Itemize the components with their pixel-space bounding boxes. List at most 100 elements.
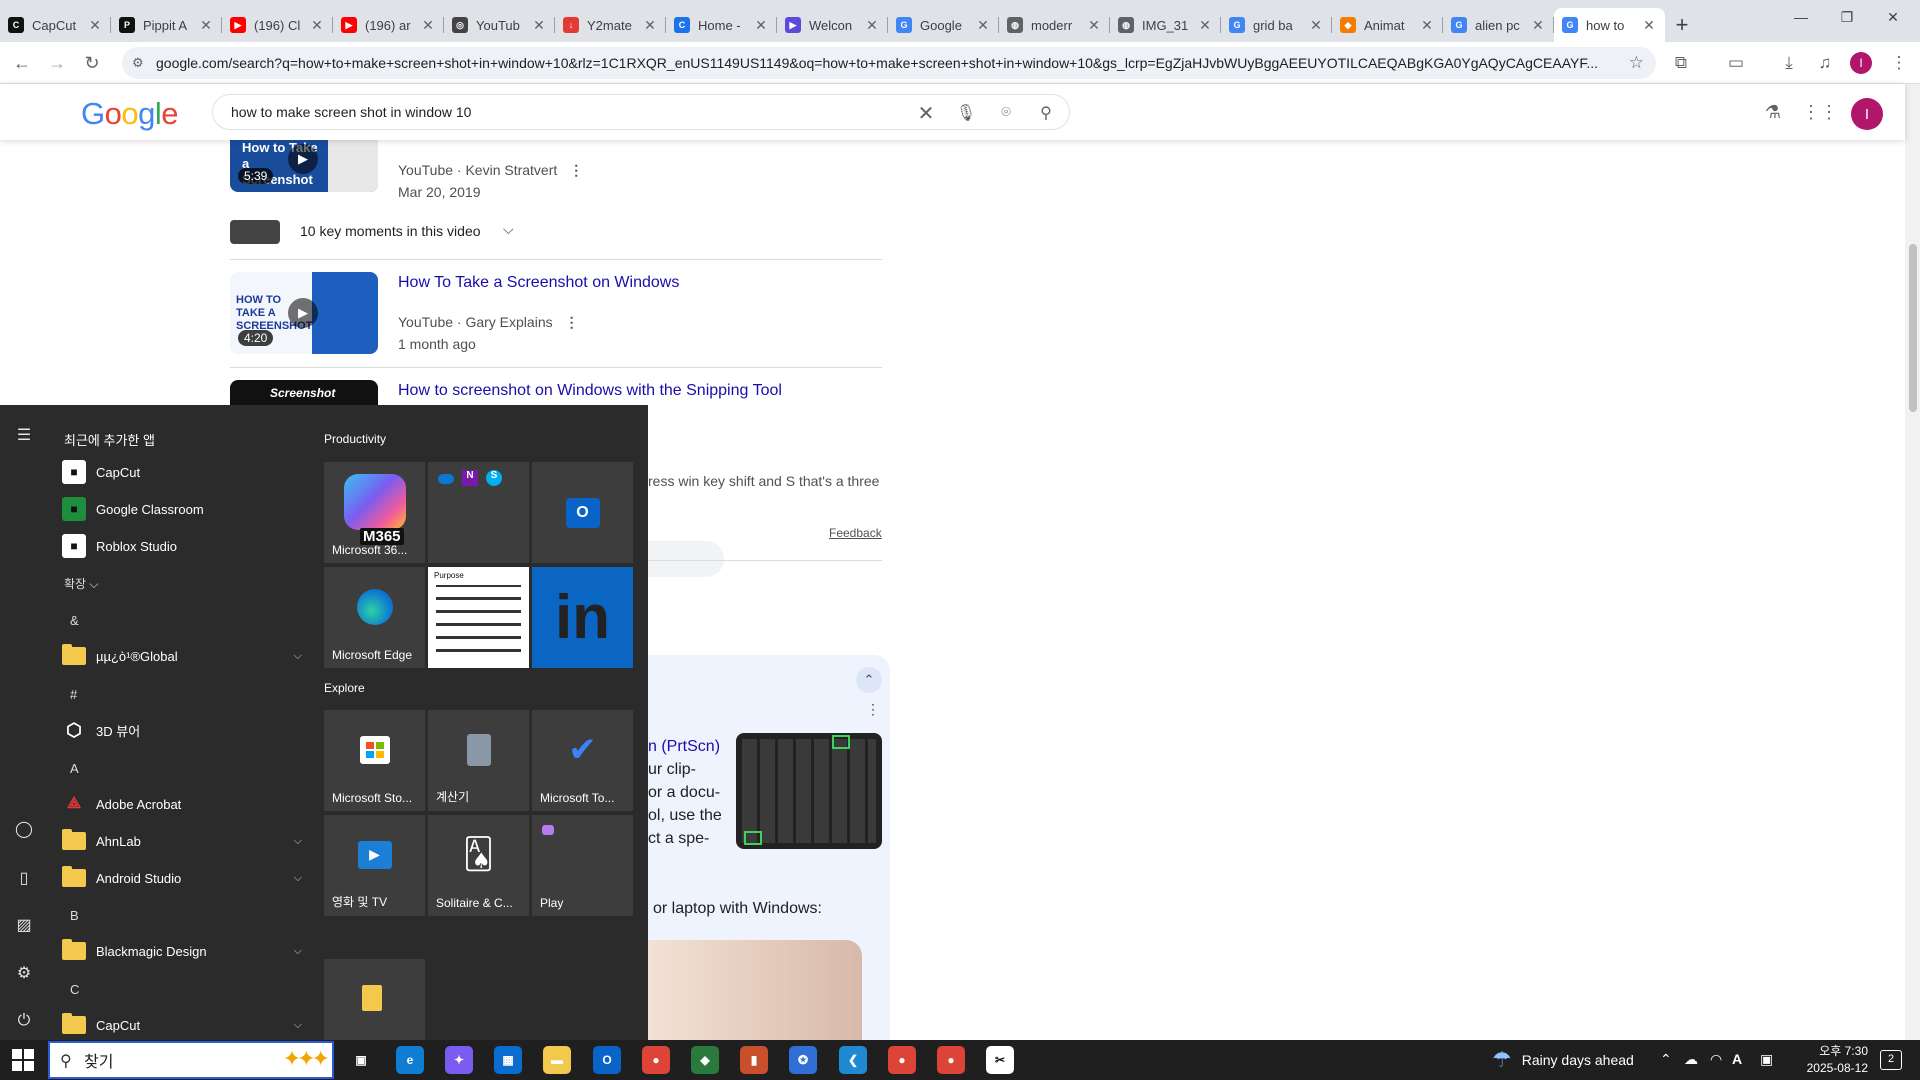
feedback-link[interactable]: Feedback: [829, 526, 882, 540]
new-tab-button[interactable]: +: [1665, 8, 1699, 42]
close-icon[interactable]: ✕: [975, 17, 991, 34]
apps-grid-icon[interactable]: ⋮⋮: [1802, 100, 1838, 124]
browser-tab[interactable]: ↓ Y2mate ✕: [555, 8, 666, 42]
search-box[interactable]: how to make screen shot in window 10 ✕ 🎙…: [212, 94, 1070, 130]
chevron-up-icon[interactable]: ⌃: [1660, 1051, 1672, 1068]
browser-tab[interactable]: C Home - ✕: [666, 8, 777, 42]
capcut-taskbar-icon[interactable]: ✂: [986, 1046, 1014, 1074]
forward-icon[interactable]: →: [45, 51, 69, 75]
tile-solitaire[interactable]: 🂡 Solitaire & C...: [428, 815, 529, 916]
vscode-icon[interactable]: ❮: [839, 1046, 867, 1074]
browser-tab[interactable]: C CapCut ✕: [0, 8, 111, 42]
wifi-icon[interactable]: ◠: [1710, 1051, 1722, 1068]
group-productivity[interactable]: Productivity: [324, 432, 386, 446]
extensions-icon[interactable]: ⧉: [1668, 51, 1694, 75]
close-icon[interactable]: ✕: [1530, 17, 1546, 34]
browser-tab[interactable]: Ggrid ba ✕: [1221, 8, 1332, 42]
taskbar-search[interactable]: ⚲ 찾기 ✦✦✦: [48, 1041, 334, 1079]
close-icon[interactable]: ✕: [1308, 17, 1324, 34]
chrome-icon[interactable]: ●: [642, 1046, 670, 1074]
answer-line[interactable]: n (PrtScn): [648, 735, 722, 758]
key-moments-link[interactable]: 10 key moments in this video: [300, 223, 481, 239]
back-icon[interactable]: ←: [10, 51, 34, 75]
tile-play[interactable]: Play: [532, 815, 633, 916]
close-window-icon[interactable]: ✕: [1870, 0, 1916, 34]
edge-icon[interactable]: e: [396, 1046, 424, 1074]
user-icon[interactable]: ◯: [12, 817, 36, 841]
tile-calculator[interactable]: 계산기: [428, 710, 529, 811]
documents-icon[interactable]: ▯: [12, 866, 36, 890]
browser-tab[interactable]: ▶ Welcon ✕: [777, 8, 888, 42]
browser-tab[interactable]: ▶ (196) ar ✕: [333, 8, 444, 42]
close-icon[interactable]: ✕: [531, 17, 547, 34]
close-icon[interactable]: ✕: [1419, 17, 1435, 34]
letter-header[interactable]: #: [70, 687, 77, 702]
copilot-icon[interactable]: ✦: [445, 1046, 473, 1074]
file-explorer-icon[interactable]: ▬: [543, 1046, 571, 1074]
store-icon[interactable]: ▦: [494, 1046, 522, 1074]
address-bar[interactable]: ⚙ google.com/search?q=how+to+make+screen…: [122, 47, 1656, 79]
git-icon[interactable]: ◆: [691, 1046, 719, 1074]
windows-start-icon[interactable]: [12, 1049, 34, 1071]
app-item-ahnlab[interactable]: AhnLab ⌵: [62, 826, 302, 856]
cloud-icon[interactable]: ☁: [1684, 1051, 1698, 1068]
app-icon[interactable]: ✪: [789, 1046, 817, 1074]
app-item-capcut[interactable]: CapCut ⌵: [62, 1010, 302, 1040]
restore-icon[interactable]: ❐: [1824, 0, 1870, 34]
close-icon[interactable]: ✕: [1197, 17, 1213, 34]
chevron-down-icon[interactable]: ⌵: [503, 221, 514, 238]
browser-tab[interactable]: ◎ YouTub ✕: [444, 8, 555, 42]
page-scrollbar[interactable]: [1905, 84, 1920, 1040]
chrome-profile2-icon[interactable]: ●: [937, 1046, 965, 1074]
volume-icon[interactable]: ▣: [1760, 1051, 1773, 1068]
app-item-adobe-acrobat[interactable]: ⟁ Adobe Acrobat: [62, 789, 302, 819]
browser-tab[interactable]: Ghow to ✕: [1554, 8, 1665, 42]
chip[interactable]: [648, 541, 724, 577]
tile-store[interactable]: Microsoft Sto...: [324, 710, 425, 811]
browser-tab[interactable]: Galien pc ✕: [1443, 8, 1554, 42]
app-item-global[interactable]: µµ¿ò¹®Global ⌵: [62, 641, 302, 671]
scroll-thumb[interactable]: [1909, 244, 1917, 412]
clock[interactable]: 오후 7:30 2025-08-12: [1780, 1043, 1868, 1077]
profile-button[interactable]: I: [1848, 51, 1874, 75]
video-title[interactable]: How To Take a Screenshot on Windows: [398, 274, 679, 292]
group-explore[interactable]: Explore: [324, 681, 365, 695]
bookmark-star-icon[interactable]: ☆: [1629, 53, 1644, 73]
close-icon[interactable]: ✕: [642, 17, 658, 34]
close-icon[interactable]: ✕: [864, 17, 880, 34]
minimize-icon[interactable]: —: [1778, 0, 1824, 34]
close-icon[interactable]: ✕: [420, 17, 436, 34]
menu-kebab-icon[interactable]: ⋮: [1886, 51, 1912, 75]
search-icon[interactable]: ⚲: [1034, 101, 1058, 125]
browser-tab[interactable]: P Pippit A ✕: [111, 8, 222, 42]
close-icon[interactable]: ✕: [87, 17, 103, 34]
expand-button[interactable]: 확장 ⌵: [64, 575, 99, 592]
letter-header[interactable]: A: [70, 761, 79, 776]
tile-todo[interactable]: ✔ Microsoft To...: [532, 710, 633, 811]
answer-image[interactable]: [648, 940, 862, 1040]
letter-header[interactable]: B: [70, 908, 79, 923]
tile-m365[interactable]: M365 Microsoft 36...: [324, 462, 425, 563]
more-options-icon[interactable]: ⋮: [866, 701, 880, 718]
notification-center-icon[interactable]: 2: [1880, 1050, 1902, 1070]
media-icon[interactable]: ♫: [1812, 51, 1838, 75]
browser-tab[interactable]: G Google ✕: [888, 8, 999, 42]
collapse-icon[interactable]: ⌃: [856, 667, 882, 693]
labs-icon[interactable]: ⚗: [1761, 100, 1785, 124]
chrome-profile-icon[interactable]: ●: [888, 1046, 916, 1074]
tile-movies[interactable]: ▶ 영화 및 TV: [324, 815, 425, 916]
clear-icon[interactable]: ✕: [914, 101, 938, 125]
site-info-icon[interactable]: ⚙: [132, 55, 148, 71]
close-icon[interactable]: ✕: [1086, 17, 1102, 34]
google-avatar[interactable]: I: [1851, 98, 1883, 130]
app-item-android-studio[interactable]: Android Studio ⌵: [62, 863, 302, 893]
browser-tab[interactable]: ▶ (196) Cl ✕: [222, 8, 333, 42]
outlook-icon[interactable]: O: [593, 1046, 621, 1074]
reload-icon[interactable]: ↻: [80, 51, 104, 75]
download-icon[interactable]: ⤓: [1776, 51, 1802, 75]
close-icon[interactable]: ✕: [198, 17, 214, 34]
keyboard-image[interactable]: [736, 733, 882, 849]
video-title[interactable]: How to screenshot on Windows with the Sn…: [398, 382, 782, 400]
video-thumbnail[interactable]: How to Take a Screenshot ▶ 5:39: [230, 140, 378, 192]
recent-app-item[interactable]: ■ Google Classroom: [62, 494, 302, 524]
